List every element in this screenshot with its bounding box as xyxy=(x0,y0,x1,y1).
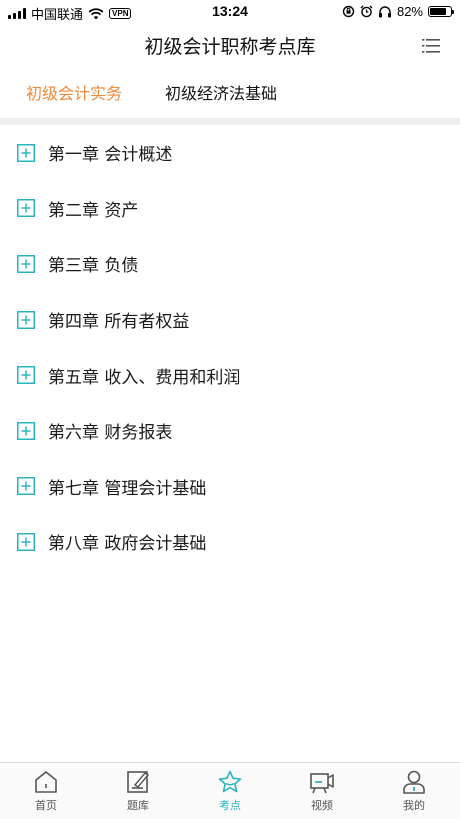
tabbar-label: 视频 xyxy=(311,799,333,812)
chapter-item-1[interactable]: 第一章 会计概述 xyxy=(0,125,460,181)
expand-plus-icon[interactable] xyxy=(17,477,35,496)
chapter-label: 第二章 资产 xyxy=(48,200,139,221)
chapter-label: 第四章 所有者权益 xyxy=(48,312,190,333)
chapter-label: 第六章 财务报表 xyxy=(48,423,173,444)
tabbar-home[interactable]: 首页 xyxy=(0,763,92,819)
battery-percent: 82% xyxy=(396,4,423,19)
tabbar-video[interactable]: 视频 xyxy=(276,763,368,819)
rotation-lock-icon xyxy=(342,5,355,18)
chapter-label: 第三章 负债 xyxy=(48,256,139,277)
video-icon xyxy=(310,773,334,794)
tabbar-question-bank[interactable]: 题库 xyxy=(92,763,184,819)
chapter-item-4[interactable]: 第四章 所有者权益 xyxy=(0,292,460,348)
tab-accounting-practice[interactable]: 初级会计实务 xyxy=(26,76,122,112)
headphones-icon xyxy=(378,6,391,18)
expand-plus-icon[interactable] xyxy=(17,421,35,440)
subject-tabs: 初级会计实务 初级经济法基础 xyxy=(0,76,460,112)
chapter-item-8[interactable]: 第八章 政府会计基础 xyxy=(0,514,460,570)
tabbar-key-points[interactable]: 考点 xyxy=(184,763,276,819)
status-bar: 中国联通 VPN 13:24 82% xyxy=(0,0,460,24)
home-icon xyxy=(35,771,57,793)
expand-plus-icon[interactable] xyxy=(17,143,35,162)
chapter-item-7[interactable]: 第七章 管理会计基础 xyxy=(0,459,460,515)
expand-plus-icon[interactable] xyxy=(17,532,35,551)
battery-icon xyxy=(428,6,454,17)
chapter-item-2[interactable]: 第二章 资产 xyxy=(0,181,460,237)
alarm-icon xyxy=(360,5,373,18)
chapter-item-3[interactable]: 第三章 负债 xyxy=(0,236,460,292)
expand-plus-icon[interactable] xyxy=(17,199,35,218)
page-title: 初级会计职称考点库 xyxy=(144,36,316,58)
star-icon xyxy=(218,770,242,793)
tab-economic-law[interactable]: 初级经济法基础 xyxy=(165,76,277,112)
section-divider xyxy=(0,118,460,125)
expand-plus-icon[interactable] xyxy=(17,366,35,385)
status-right: 82% xyxy=(342,4,454,19)
chapter-label: 第五章 收入、费用和利润 xyxy=(48,367,241,388)
battery-fill xyxy=(430,8,447,15)
tabbar-label: 考点 xyxy=(219,799,241,812)
chapter-label: 第七章 管理会计基础 xyxy=(48,478,207,499)
expand-plus-icon[interactable] xyxy=(17,254,35,273)
edit-icon xyxy=(127,771,150,793)
expand-plus-icon[interactable] xyxy=(17,310,35,329)
tabbar-label: 首页 xyxy=(35,799,57,812)
chapter-item-5[interactable]: 第五章 收入、费用和利润 xyxy=(0,347,460,403)
chapter-item-6[interactable]: 第六章 财务报表 xyxy=(0,403,460,459)
tabbar-profile[interactable]: 我的 xyxy=(368,763,460,819)
bottom-tab-bar: 首页 题库 考点 视频 我的 xyxy=(0,762,460,819)
menu-list-icon[interactable] xyxy=(422,38,440,54)
user-icon xyxy=(403,770,425,794)
tabbar-label: 我的 xyxy=(403,799,425,812)
chapter-label: 第八章 政府会计基础 xyxy=(48,534,207,555)
chapter-label: 第一章 会计概述 xyxy=(48,145,173,166)
chapter-list: 第一章 会计概述 第二章 资产 第三章 负债 第四章 所有者权益 第五章 收入、… xyxy=(0,125,460,570)
tabbar-label: 题库 xyxy=(127,799,149,812)
